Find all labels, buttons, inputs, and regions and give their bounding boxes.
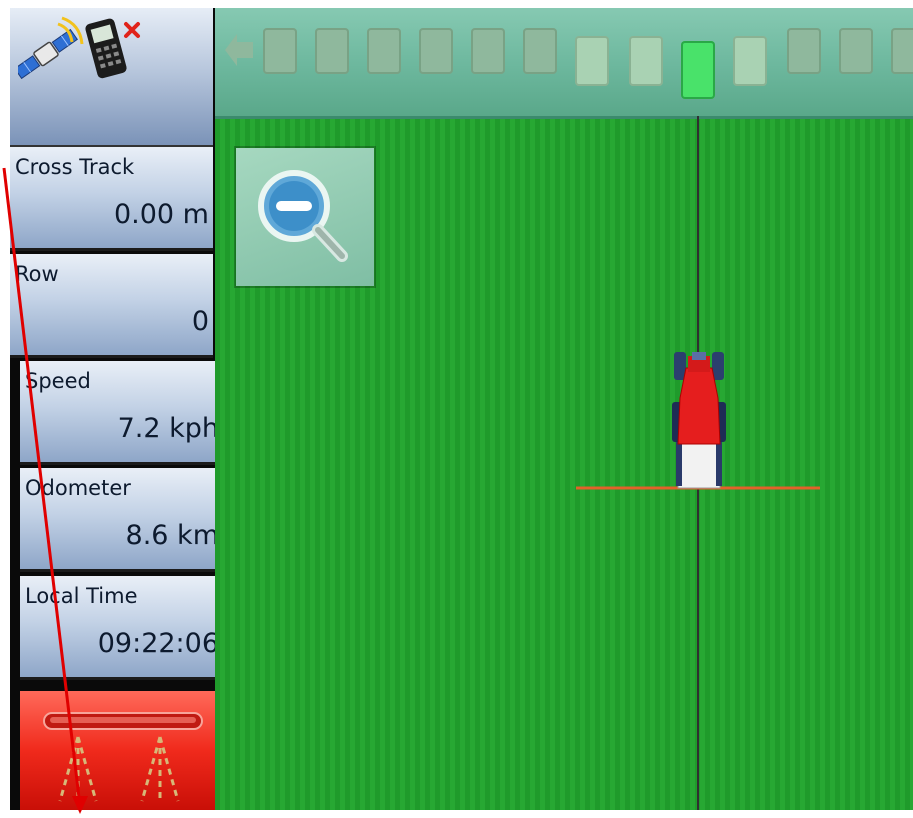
section-indicator xyxy=(263,28,297,74)
section-indicator xyxy=(419,28,453,74)
section-indicator xyxy=(629,36,663,86)
section-indicator xyxy=(367,28,401,74)
section-indicator xyxy=(523,28,557,74)
local-time-label: Local Time xyxy=(25,584,138,608)
section-indicator xyxy=(471,28,505,74)
section-status-bar xyxy=(215,8,913,119)
cross-track-label: Cross Track xyxy=(15,155,135,179)
section-indicator xyxy=(315,28,349,74)
section-indicator xyxy=(839,28,873,74)
speed-tile[interactable]: Speed 7.2 kph xyxy=(20,361,223,465)
status-indicators[interactable] xyxy=(10,8,213,147)
guidance-display: Cross Track 0.00 m Row 0 Speed 7.2 kph O… xyxy=(10,8,913,810)
row-label: Row xyxy=(15,262,59,286)
local-time-value: 09:22:06 xyxy=(97,628,219,659)
zoom-out-icon xyxy=(258,170,348,262)
cross-track-value: 0.00 m xyxy=(113,199,209,230)
odometer-tile[interactable]: Odometer 8.6 km xyxy=(20,468,223,572)
boom-master-switch[interactable] xyxy=(20,691,223,810)
section-indicator xyxy=(787,28,821,74)
field-map[interactable] xyxy=(215,8,913,810)
section-indicator-active xyxy=(681,41,715,99)
cellphone-disconnected-icon xyxy=(85,18,140,79)
zoom-out-button[interactable] xyxy=(236,148,374,286)
speed-value: 7.2 kph xyxy=(117,413,219,444)
section-indicator xyxy=(891,28,913,74)
row-value: 0 xyxy=(191,306,209,337)
odometer-value: 8.6 km xyxy=(125,520,219,551)
section-indicator xyxy=(575,36,609,86)
local-time-tile[interactable]: Local Time 09:22:06 xyxy=(20,576,223,680)
speed-label: Speed xyxy=(25,369,91,393)
arrow-left-icon xyxy=(225,34,253,66)
section-indicator xyxy=(733,36,767,86)
row-tile[interactable]: Row 0 xyxy=(10,254,213,358)
sidebar: Cross Track 0.00 m Row 0 Speed 7.2 kph O… xyxy=(10,8,223,810)
tractor-icon xyxy=(576,352,820,490)
sprayer-boom-icon xyxy=(43,712,203,802)
odometer-label: Odometer xyxy=(25,476,131,500)
cross-track-tile[interactable]: Cross Track 0.00 m xyxy=(10,147,213,251)
